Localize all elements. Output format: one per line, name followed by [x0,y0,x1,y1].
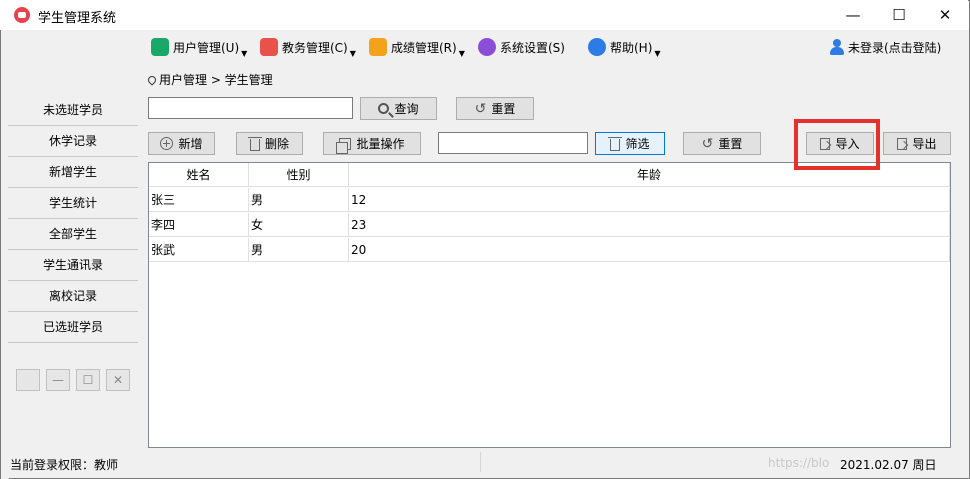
menu-label: 帮助(H) [610,40,653,55]
table-cell-age[interactable]: 20 [349,238,950,262]
grade-management-icon [369,38,387,56]
search-icon [378,103,390,114]
menu-label: 成绩管理(R) [391,40,457,55]
sidebar-item-assigned-students[interactable]: 已选班学员 [8,312,138,343]
mini-maximize-button[interactable]: ☐ [76,369,100,391]
reset-icon: ↺ [474,100,487,117]
reset-label: 重置 [718,137,743,151]
add-circle-icon [160,137,174,150]
table-cell-gender[interactable]: 女 [249,213,349,237]
export-file-icon [897,137,908,150]
maximize-button[interactable]: ☐ [876,0,922,30]
delete-label: 删除 [264,137,289,151]
table-cell-name[interactable]: 张三 [149,188,249,212]
table-cell-age[interactable]: 23 [349,213,950,237]
filter-trash-icon [608,136,623,151]
breadcrumb: 用户管理 > 学生管理 [146,71,273,88]
batch-label: 批量操作 [356,137,405,151]
search-reset-button[interactable]: ↺ 重置 [456,97,534,120]
search-input[interactable] [148,97,353,119]
trash-icon [247,136,262,151]
watermark-text: https://blo [768,456,830,470]
export-label: 导出 [912,137,937,151]
status-bar: 当前登录权限：教师 https://blo 2021.02.07 周日 [8,450,969,478]
export-button[interactable]: 导出 [883,132,951,155]
filter-input[interactable] [438,132,588,154]
menu-help[interactable]: 帮助(H) ▼ [588,37,661,58]
sidebar-item-add-student[interactable]: 新增学生 [8,157,138,188]
breadcrumb-text: 用户管理 > 学生管理 [159,73,273,87]
chevron-down-icon: ▼ [654,48,661,58]
reset-icon: ↺ [701,135,714,152]
sidebar-item-suspension-records[interactable]: 休学记录 [8,126,138,157]
menu-user-management[interactable]: 用户管理(U) ▼ [151,37,248,58]
chevron-down-icon: ▼ [349,48,356,58]
sidebar: 未选班学员 休学记录 新增学生 学生统计 全部学生 学生通讯录 离校记录 已选班… [8,63,138,450]
menu-system-settings[interactable]: 系统设置(S) [478,37,565,57]
menu-bar: 用户管理(U) ▼ 教务管理(C) ▼ 成绩管理(R) ▼ 系统设置(S) 帮助… [8,30,969,63]
mini-close-button[interactable]: ✕ [106,369,130,391]
reset-label: 重置 [491,102,516,116]
academic-management-icon [260,38,278,56]
mini-minimize-button[interactable]: — [46,369,70,391]
add-label: 新增 [178,137,203,151]
menu-grade-management[interactable]: 成绩管理(R) ▼ [369,37,465,58]
delete-button[interactable]: 删除 [236,132,303,155]
table-cell-name[interactable]: 张武 [149,238,249,262]
sidebar-item-student-statistics[interactable]: 学生统计 [8,188,138,219]
batch-icon [336,137,352,154]
datetime-status: 2021.02.07 周日 [840,458,937,472]
user-icon [830,39,844,55]
column-header-gender[interactable]: 性别 [249,163,349,187]
login-status-link[interactable]: 未登录(点击登陆) [830,37,941,57]
table-cell-name[interactable]: 李四 [149,213,249,237]
permission-status: 当前登录权限：教师 [10,458,119,472]
mini-button-blank[interactable] [16,369,40,391]
table-cell-age[interactable]: 12 [349,188,950,212]
query-label: 查询 [394,102,419,116]
sidebar-item-unassigned-students[interactable]: 未选班学员 [8,95,138,126]
close-button[interactable]: ✕ [922,0,968,30]
sidebar-item-all-students[interactable]: 全部学生 [8,219,138,250]
column-header-name[interactable]: 姓名 [149,163,249,187]
add-button[interactable]: 新增 [148,132,215,155]
help-icon [588,38,606,56]
menu-label: 系统设置(S) [500,40,565,55]
sidebar-item-leave-records[interactable]: 离校记录 [8,281,138,312]
status-divider [480,452,481,472]
query-button[interactable]: 查询 [360,97,437,120]
filter-button[interactable]: 筛选 [595,132,665,155]
toolbar-reset-button[interactable]: ↺ 重置 [683,132,761,155]
settings-icon [478,38,496,56]
batch-operation-button[interactable]: 批量操作 [323,132,421,155]
login-status-label: 未登录(点击登陆) [848,40,942,55]
menu-label: 教务管理(C) [282,40,348,55]
filter-label: 筛选 [625,137,650,151]
table-cell-gender[interactable]: 男 [249,238,349,262]
sidebar-item-student-contacts[interactable]: 学生通讯录 [8,250,138,281]
menu-academic-management[interactable]: 教务管理(C) ▼ [260,37,356,58]
minimize-button[interactable]: — [830,0,876,30]
location-pin-icon [146,73,158,86]
window-title: 学生管理系统 [38,11,117,26]
chevron-down-icon: ▼ [458,48,465,58]
title-bar: 学生管理系统 — ☐ ✕ [0,0,968,30]
user-management-icon [151,38,169,56]
menu-label: 用户管理(U) [173,40,240,55]
table-cell-gender[interactable]: 男 [249,188,349,212]
student-data-grid[interactable]: 姓名 性别 年龄 张三 男 12 李四 女 23 张武 男 20 [148,162,951,448]
app-logo-icon [14,7,30,23]
chevron-down-icon: ▼ [241,48,248,58]
import-highlight-box [794,119,880,170]
